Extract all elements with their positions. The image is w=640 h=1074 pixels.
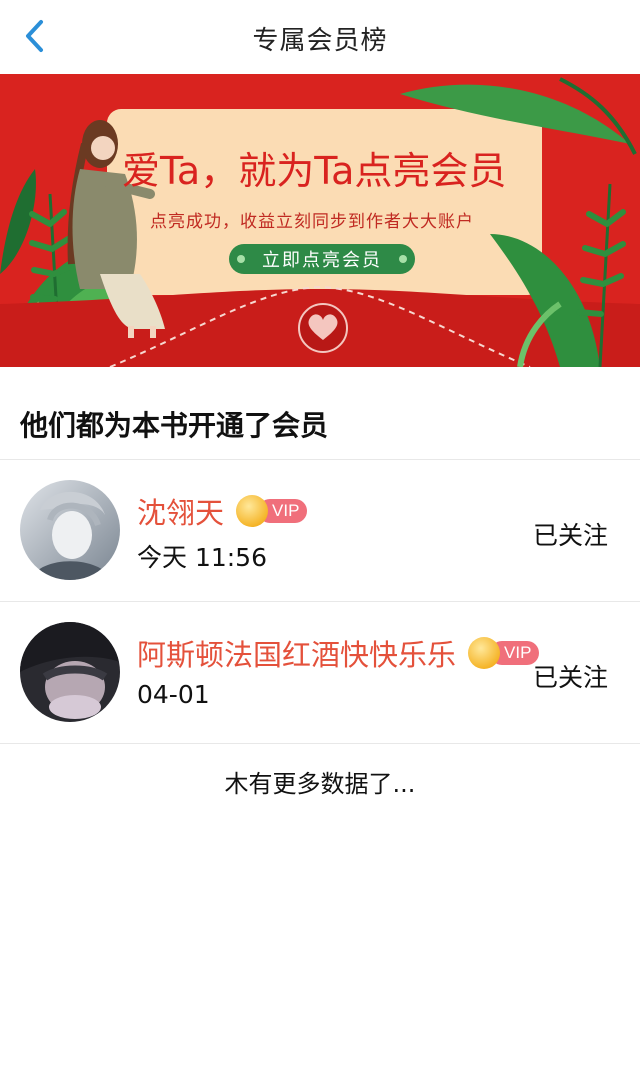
page-title: 专属会员榜: [252, 26, 388, 56]
member-name[interactable]: 沈翎天: [137, 490, 224, 532]
row-divider: [0, 743, 640, 744]
banner-headline: 爱Ta，就为Ta点亮会员: [122, 149, 507, 193]
member-time: 04-01: [137, 680, 210, 709]
member-name-line: 沈翎天 VIP: [137, 490, 308, 532]
banner-cta-label: 立即点亮会员: [262, 250, 382, 271]
banner-subline: 点亮成功，收益立刻同步到作者大大账户: [150, 212, 474, 232]
member-name[interactable]: 阿斯顿法国红酒快快乐乐: [137, 632, 456, 674]
follow-button[interactable]: 已关注: [533, 658, 608, 694]
vip-badge: VIP: [468, 637, 540, 669]
promo-banner[interactable]: 爱Ta，就为Ta点亮会员 点亮成功，收益立刻同步到作者大大账户 立即点亮会员: [0, 74, 640, 367]
heart-seal-icon: [298, 303, 348, 353]
page: 专属会员榜 爱Ta，就为Ta点亮会员 点亮成功，收益立刻同步到作者大大账户 立即…: [0, 0, 640, 1074]
crown-icon: [468, 637, 501, 669]
member-name-line: 阿斯顿法国红酒快快乐乐 VIP: [137, 632, 540, 674]
banner-cta-dot-right: [399, 255, 407, 263]
member-row: 沈翎天 VIP 今天 11:56 已关注: [0, 460, 640, 601]
member-row: 阿斯顿法国红酒快快乐乐 VIP 04-01 已关注: [0, 602, 640, 743]
crown-icon: [236, 495, 269, 527]
follow-button[interactable]: 已关注: [533, 516, 608, 552]
avatar[interactable]: [20, 622, 120, 722]
member-time: 今天 11:56: [137, 543, 267, 572]
no-more-data-text: 木有更多数据了...: [224, 770, 416, 798]
nav-bar: 专属会员榜: [0, 0, 640, 75]
banner-cta-dot-left: [237, 255, 245, 263]
banner-cta-button[interactable]: 立即点亮会员: [229, 244, 415, 274]
vip-badge: VIP: [236, 495, 308, 527]
avatar[interactable]: [20, 480, 120, 580]
section-title: 他们都为本书开通了会员: [20, 409, 329, 442]
